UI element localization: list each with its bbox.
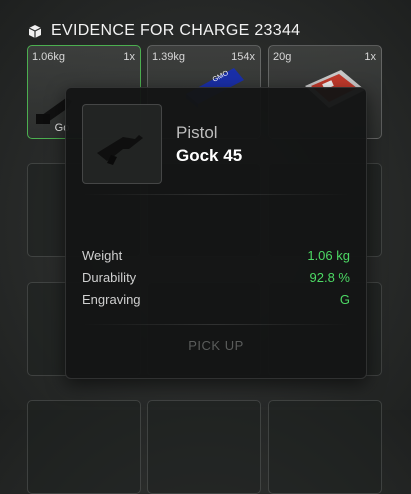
- stat-value: G: [339, 291, 350, 307]
- stat-label: Durability: [82, 269, 137, 285]
- stat-label: Engraving: [82, 291, 141, 307]
- pick-up-button[interactable]: PICK UP: [82, 338, 350, 362]
- stat-label: Weight: [82, 247, 123, 263]
- slot-weight: 1.06kg: [32, 51, 66, 63]
- slot-quantity: 1x: [123, 51, 135, 63]
- pistol-icon: [97, 135, 143, 165]
- stat-value: 1.06 kg: [307, 247, 350, 263]
- box-icon: [28, 25, 42, 38]
- stat-row-durability: Durability 92.8 %: [82, 267, 350, 287]
- inventory-title: EVIDENCE FOR CHARGE 23344: [51, 22, 301, 39]
- slot-weight: 1.39kg: [152, 51, 186, 63]
- item-thumbnail: [82, 104, 162, 184]
- item-category: Pistol: [176, 123, 218, 142]
- slot-quantity: 154x: [231, 51, 255, 63]
- slot-quantity: 1x: [364, 51, 376, 63]
- stat-row-weight: Weight 1.06 kg: [82, 245, 350, 265]
- item-tooltip: Pistol Gock 45 Weight 1.06 kg Durability…: [65, 87, 367, 379]
- inventory-slot-11[interactable]: [147, 400, 261, 494]
- stat-value: 92.8 %: [309, 269, 350, 285]
- item-name: Gock 45: [176, 146, 243, 165]
- stat-row-engraving: Engraving G: [82, 289, 350, 309]
- inventory-header: EVIDENCE FOR CHARGE 23344: [27, 20, 300, 42]
- divider: [82, 194, 350, 195]
- inventory-slot-10[interactable]: [27, 400, 141, 494]
- divider: [82, 324, 350, 325]
- slot-weight: 20g: [273, 51, 292, 63]
- inventory-slot-12[interactable]: [268, 400, 382, 494]
